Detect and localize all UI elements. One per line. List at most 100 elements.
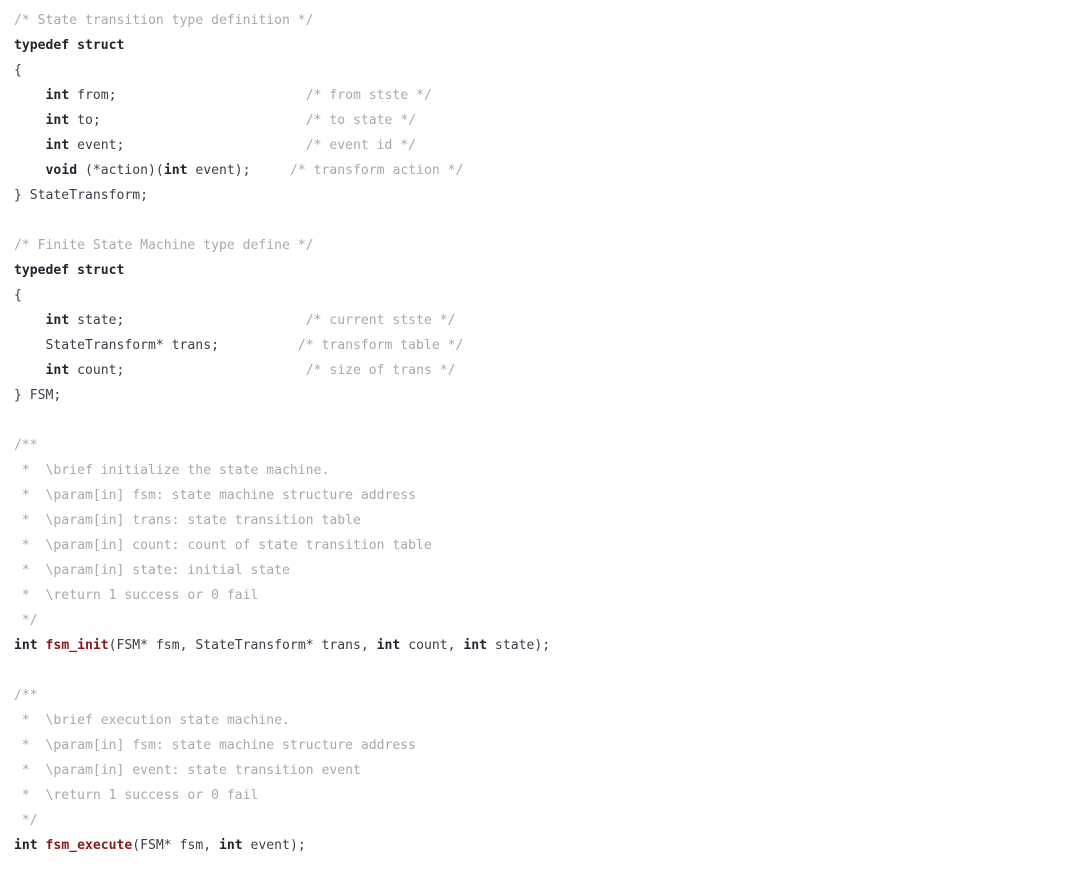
code-token-punct: { bbox=[14, 63, 22, 78]
code-token-cmt: /** bbox=[14, 438, 38, 453]
code-token-plain: event; bbox=[69, 138, 125, 153]
code-token-cmt: /* size of trans */ bbox=[305, 363, 456, 378]
code-token-kw: typedef struct bbox=[14, 38, 125, 53]
code-listing[interactable]: /* State transition type definition */ ty… bbox=[0, 0, 1071, 858]
code-token-plain: state); bbox=[487, 638, 551, 653]
code-line: int fsm_init(FSM* fsm, StateTransform* t… bbox=[14, 633, 1071, 658]
code-token-cmt: * \return 1 success or 0 fail bbox=[14, 788, 259, 803]
code-line: * \param[in] fsm: state machine structur… bbox=[14, 483, 1071, 508]
code-token-kw: int bbox=[45, 363, 70, 378]
code-line: { bbox=[14, 58, 1071, 83]
code-token-plain: } StateTransform; bbox=[14, 188, 149, 203]
code-line: int from; /* from stste */ bbox=[14, 83, 1071, 108]
code-token-plain: to; bbox=[69, 113, 101, 128]
code-token-plain: StateTransform* trans; bbox=[14, 338, 219, 353]
code-line: typedef struct bbox=[14, 258, 1071, 283]
code-token-cmt: /* from stste */ bbox=[305, 88, 432, 103]
code-token-kw: int bbox=[45, 313, 70, 328]
code-token-kw: int bbox=[376, 638, 401, 653]
code-line: * \param[in] trans: state transition tab… bbox=[14, 508, 1071, 533]
code-token-fn: fsm_init bbox=[45, 638, 109, 653]
code-line: { bbox=[14, 283, 1071, 308]
code-token-kw: void bbox=[45, 163, 78, 178]
code-line: * \param[in] event: state transition eve… bbox=[14, 758, 1071, 783]
code-token-plain: (FSM* fsm, bbox=[132, 838, 219, 853]
code-line: } FSM; bbox=[14, 383, 1071, 408]
code-token-cmt: /** bbox=[14, 688, 38, 703]
code-token-cmt: /* Finite State Machine type define */ bbox=[14, 238, 314, 253]
code-line: int count; /* size of trans */ bbox=[14, 358, 1071, 383]
code-token-cmt: * \return 1 success or 0 fail bbox=[14, 588, 259, 603]
code-line: typedef struct bbox=[14, 33, 1071, 58]
code-token-cmt: /* to state */ bbox=[305, 113, 417, 128]
code-token-plain: } FSM; bbox=[14, 388, 62, 403]
code-line: */ bbox=[14, 808, 1071, 833]
code-line: /* Finite State Machine type define */ bbox=[14, 233, 1071, 258]
code-line: } StateTransform; bbox=[14, 183, 1071, 208]
code-line: * \brief initialize the state machine. bbox=[14, 458, 1071, 483]
code-token-plain: event); bbox=[242, 838, 306, 853]
code-line: * \return 1 success or 0 fail bbox=[14, 583, 1071, 608]
code-token-cmt: * \param[in] count: count of state trans… bbox=[14, 538, 432, 553]
code-token-cmt: /* transform table */ bbox=[297, 338, 464, 353]
code-token-cmt: * \param[in] trans: state transition tab… bbox=[14, 513, 361, 528]
code-token-plain: (FSM* fsm, StateTransform* trans, bbox=[108, 638, 377, 653]
code-line: /** bbox=[14, 683, 1071, 708]
code-line: StateTransform* trans; /* transform tabl… bbox=[14, 333, 1071, 358]
code-token-plain: event); bbox=[187, 163, 251, 178]
code-line: * \param[in] state: initial state bbox=[14, 558, 1071, 583]
code-token-cmt: * \brief initialize the state machine. bbox=[14, 463, 330, 478]
code-line: /** bbox=[14, 433, 1071, 458]
code-line: * \return 1 success or 0 fail bbox=[14, 783, 1071, 808]
code-line: int to; /* to state */ bbox=[14, 108, 1071, 133]
code-token-cmt: /* State transition type definition */ bbox=[14, 13, 314, 28]
code-token-plain: state; bbox=[69, 313, 125, 328]
code-token-kw: int bbox=[45, 88, 70, 103]
code-token-kw: typedef struct bbox=[14, 263, 125, 278]
code-token-cmt: * \param[in] fsm: state machine structur… bbox=[14, 488, 417, 503]
code-token-fn: fsm_execute bbox=[45, 838, 133, 853]
code-line: void (*action)(int event); /* transform … bbox=[14, 158, 1071, 183]
code-token-punct: { bbox=[14, 288, 22, 303]
code-token-cmt: /* current stste */ bbox=[305, 313, 456, 328]
code-token-plain: (*action)( bbox=[77, 163, 164, 178]
code-line: */ bbox=[14, 608, 1071, 633]
code-token-plain: from; bbox=[69, 88, 117, 103]
code-line: /* State transition type definition */ bbox=[14, 8, 1071, 33]
code-token-kw: int bbox=[14, 638, 38, 653]
code-token-cmt: * \brief execution state machine. bbox=[14, 713, 290, 728]
code-token-kw: int bbox=[14, 838, 38, 853]
code-token-cmt: * \param[in] state: initial state bbox=[14, 563, 290, 578]
code-line: int fsm_execute(FSM* fsm, int event); bbox=[14, 833, 1071, 858]
code-token-kw: int bbox=[45, 138, 70, 153]
code-token-kw: int bbox=[218, 838, 243, 853]
code-token-cmt: /* transform action */ bbox=[289, 163, 464, 178]
code-token-cmt: */ bbox=[14, 813, 38, 828]
code-token-cmt: * \param[in] event: state transition eve… bbox=[14, 763, 361, 778]
code-token-kw: int bbox=[45, 113, 70, 128]
code-line: * \param[in] fsm: state machine structur… bbox=[14, 733, 1071, 758]
code-line: * \brief execution state machine. bbox=[14, 708, 1071, 733]
code-token-cmt: /* event id */ bbox=[305, 138, 417, 153]
code-line: int state; /* current stste */ bbox=[14, 308, 1071, 333]
code-token-kw: int bbox=[463, 638, 488, 653]
code-token-cmt: * \param[in] fsm: state machine structur… bbox=[14, 738, 417, 753]
code-token-plain: count, bbox=[400, 638, 464, 653]
